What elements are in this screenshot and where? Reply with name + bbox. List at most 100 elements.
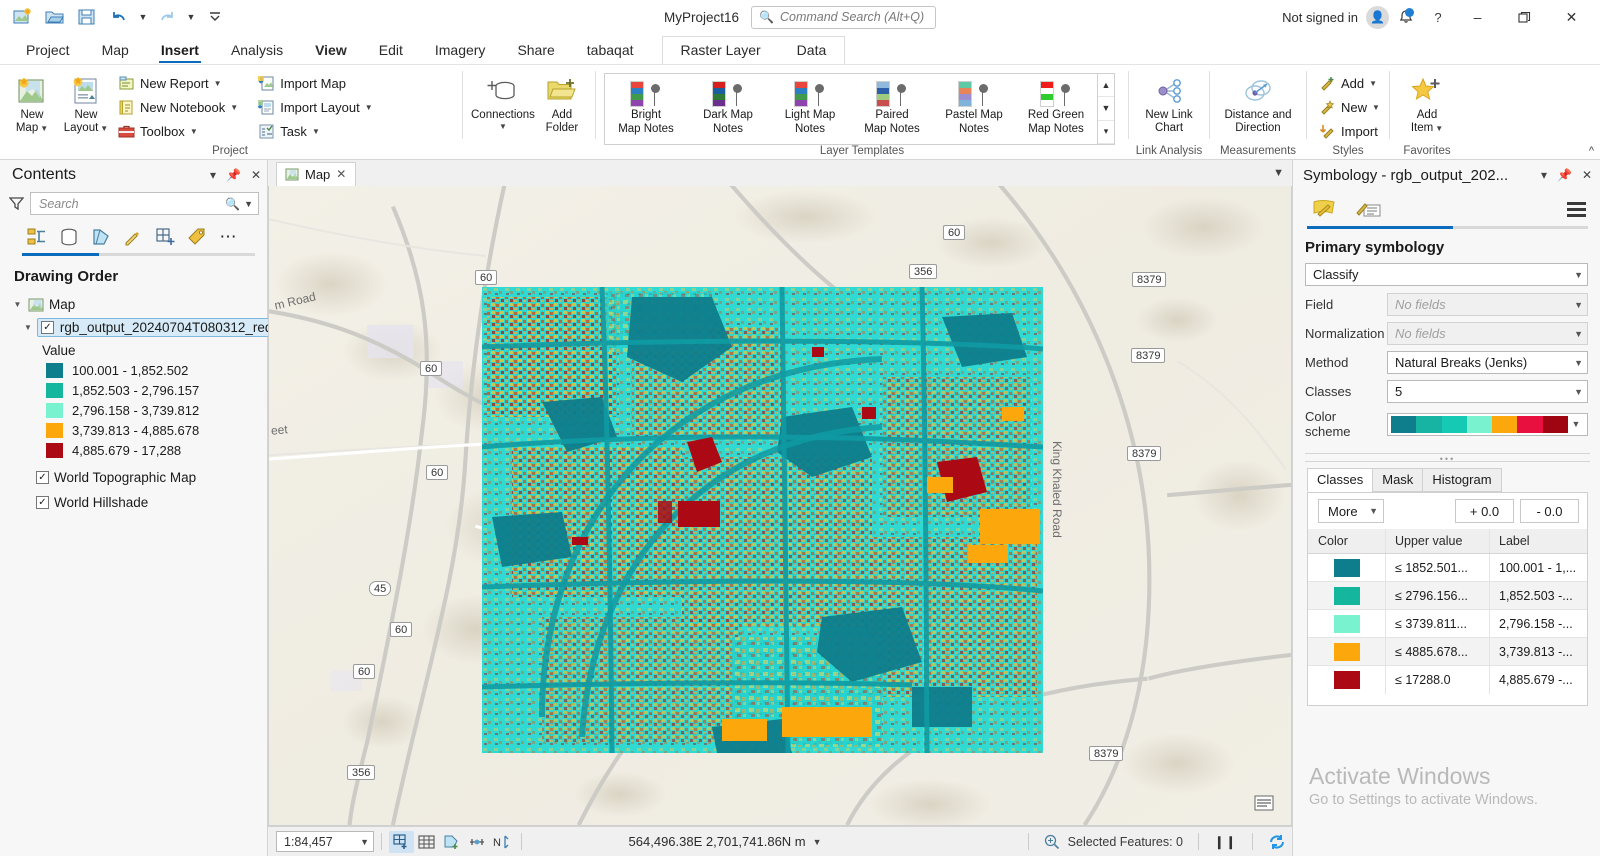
- close-icon[interactable]: ✕: [336, 167, 346, 181]
- class-upper-value[interactable]: ≤ 17288.0: [1386, 666, 1490, 694]
- class-color-swatch[interactable]: [1333, 671, 1360, 689]
- chevron-down-icon[interactable]: ▼: [1574, 300, 1583, 310]
- decrease-decimals-button[interactable]: - 0.0: [1520, 499, 1579, 523]
- map-view-tab[interactable]: Map ✕: [276, 162, 357, 186]
- class-color-swatch[interactable]: [1333, 642, 1360, 661]
- class-upper-value[interactable]: ≤ 4885.678...: [1386, 638, 1490, 665]
- open-project-icon[interactable]: [40, 3, 70, 31]
- more-button[interactable]: More ▼: [1318, 499, 1384, 523]
- chevron-down-icon[interactable]: ▼: [312, 127, 320, 136]
- map-scale-input[interactable]: 1:84,457 ▼: [276, 831, 374, 852]
- ribbon-tab-map[interactable]: Map: [86, 39, 145, 64]
- search-icon[interactable]: 🔍: [225, 197, 240, 211]
- chevron-down-icon[interactable]: ▼: [360, 837, 369, 847]
- chevron-down-icon[interactable]: ▼: [214, 79, 222, 88]
- class-color-swatch[interactable]: [1333, 614, 1360, 633]
- class-label[interactable]: 3,739.813 -...: [1490, 638, 1587, 665]
- primary-symbology-select[interactable]: Classify ▼: [1305, 263, 1588, 286]
- chevron-down-icon[interactable]: ▼: [190, 127, 198, 136]
- styles-add-button[interactable]: Add ▼: [1315, 72, 1386, 95]
- layer-visibility-checkbox[interactable]: ✓: [36, 496, 49, 509]
- undo-icon[interactable]: [104, 3, 134, 31]
- chevron-down-icon[interactable]: ▼: [1574, 270, 1583, 280]
- chevron-down-icon[interactable]: ▼: [365, 103, 373, 112]
- paired-map-notes-template[interactable]: Paired Map Notes: [851, 74, 933, 144]
- chevron-down-icon[interactable]: ▼: [1574, 358, 1583, 368]
- undo-dropdown-icon[interactable]: ▼: [136, 3, 150, 31]
- class-label[interactable]: 1,852.503 -...: [1490, 582, 1587, 609]
- collapse-ribbon-icon[interactable]: ^: [1589, 145, 1594, 157]
- restore-button[interactable]: [1502, 0, 1547, 34]
- chevron-down-icon[interactable]: ▼: [40, 124, 48, 133]
- field-select[interactable]: No fields ▼: [1387, 293, 1588, 316]
- collapse-triangle-icon[interactable]: ▼: [24, 323, 32, 332]
- import-map-button[interactable]: Import Map: [254, 72, 378, 95]
- gallery-scroll-up-icon[interactable]: ▲: [1098, 74, 1114, 98]
- chevron-down-icon[interactable]: ▼: [1568, 419, 1584, 429]
- import-layout-button[interactable]: Import Layout ▼: [254, 96, 378, 119]
- new-map-button[interactable]: New Map ▼: [6, 69, 58, 135]
- select-by-graphic-icon[interactable]: [439, 831, 464, 853]
- tab-histogram[interactable]: Histogram: [1422, 468, 1502, 492]
- contents-menu-icon[interactable]: ▾: [210, 168, 216, 182]
- table-row[interactable]: ≤ 4885.678... 3,739.813 -...: [1308, 638, 1587, 666]
- redo-dropdown-icon[interactable]: ▼: [184, 3, 198, 31]
- contents-close-icon[interactable]: ✕: [251, 168, 261, 182]
- pastel-map-notes-template[interactable]: Pastel Map Notes: [933, 74, 1015, 144]
- tree-node-map[interactable]: ▼ Map: [10, 293, 267, 316]
- attribute-table-icon[interactable]: [414, 831, 439, 853]
- red-green-map-notes-template[interactable]: Red Green Map Notes: [1015, 74, 1097, 144]
- styles-import-button[interactable]: Import: [1315, 120, 1386, 143]
- measure-icon[interactable]: [464, 831, 489, 853]
- class-label[interactable]: 100.001 - 1,...: [1490, 554, 1587, 581]
- chevron-down-icon[interactable]: ▼: [244, 199, 253, 209]
- ribbon-tab-project[interactable]: Project: [10, 39, 86, 64]
- gallery-expand-icon[interactable]: ▾: [1098, 121, 1114, 144]
- new-layout-button[interactable]: New Layout ▼: [60, 69, 112, 135]
- method-select[interactable]: Natural Breaks (Jenks) ▼: [1387, 351, 1588, 374]
- layer-visibility-checkbox[interactable]: ✓: [40, 321, 54, 334]
- ribbon-tab-insert[interactable]: Insert: [145, 39, 215, 64]
- class-color-swatch[interactable]: [1333, 586, 1360, 605]
- command-search-input[interactable]: 🔍 Command Search (Alt+Q): [751, 5, 937, 29]
- redo-icon[interactable]: [152, 3, 182, 31]
- connections-button[interactable]: Connections ▼: [471, 69, 535, 131]
- class-upper-value[interactable]: ≤ 1852.501...: [1386, 554, 1490, 581]
- distance-and-direction-button[interactable]: Distance and Direction: [1218, 69, 1298, 135]
- normalization-select[interactable]: No fields ▼: [1387, 322, 1588, 345]
- ribbon-tab-view[interactable]: View: [299, 39, 363, 64]
- ribbon-tab-analysis[interactable]: Analysis: [215, 39, 299, 64]
- symbology-options-menu-icon[interactable]: [1567, 201, 1590, 217]
- basemap-layer-world-topographic[interactable]: ✓ World Topographic Map: [10, 466, 267, 489]
- pause-drawing-icon[interactable]: ❙❙: [1214, 834, 1237, 849]
- help-icon[interactable]: ?: [1423, 3, 1453, 31]
- advanced-symbology-icon[interactable]: [1351, 194, 1387, 224]
- map-view-options-icon[interactable]: ▼: [1273, 167, 1292, 179]
- contents-pin-icon[interactable]: 📌: [226, 168, 241, 182]
- increase-decimals-button[interactable]: + 0.0: [1455, 499, 1514, 523]
- table-row[interactable]: ≤ 17288.0 4,885.679 -...: [1308, 666, 1587, 694]
- chevron-down-icon[interactable]: ▼: [1369, 506, 1378, 516]
- chevron-down-icon[interactable]: ▼: [1435, 124, 1443, 133]
- chevron-down-icon[interactable]: ▼: [499, 122, 507, 131]
- chevron-down-icon[interactable]: ▼: [230, 103, 238, 112]
- new-project-icon[interactable]: [8, 3, 38, 31]
- class-label[interactable]: 4,885.679 -...: [1490, 666, 1587, 694]
- close-button[interactable]: ✕: [1549, 0, 1594, 34]
- bright-map-notes-template[interactable]: Bright Map Notes: [605, 74, 687, 144]
- new-report-button[interactable]: New Report ▼: [114, 72, 244, 95]
- symbology-pin-icon[interactable]: 📌: [1557, 168, 1572, 182]
- task-button[interactable]: Task ▼: [254, 120, 378, 143]
- save-project-icon[interactable]: [72, 3, 102, 31]
- symbology-close-icon[interactable]: ✕: [1582, 168, 1592, 182]
- new-link-chart-button[interactable]: New Link Chart: [1137, 69, 1201, 135]
- selected-layer-row[interactable]: ✓ rgb_output_20240704T080312_red.tiff: [36, 318, 297, 337]
- customize-qat-icon[interactable]: [200, 3, 230, 31]
- table-row[interactable]: ≤ 3739.811... 2,796.158 -...: [1308, 610, 1587, 638]
- chevron-down-icon[interactable]: ▼: [1574, 329, 1583, 339]
- selection-tool-icon[interactable]: [389, 830, 414, 853]
- contents-search-input[interactable]: Search 🔍 ▼: [30, 192, 259, 215]
- classes-select[interactable]: 5 ▼: [1387, 380, 1588, 403]
- ribbon-tab-tabaqat[interactable]: tabaqat: [571, 39, 650, 64]
- list-by-data-source-icon[interactable]: [54, 223, 84, 251]
